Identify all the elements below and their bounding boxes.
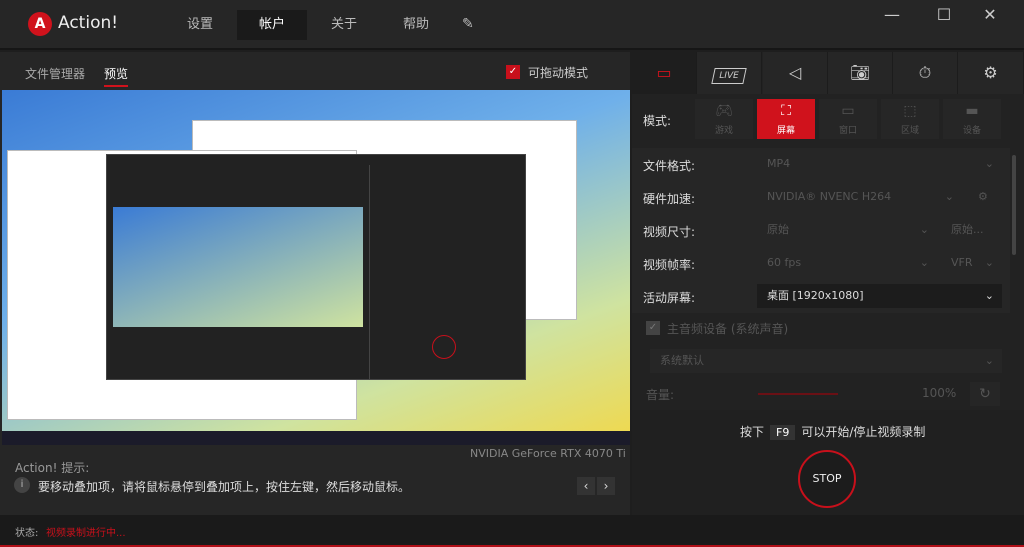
active-screen-label: 活动屏幕: [643, 291, 696, 305]
nav-account[interactable]: 帐户 [237, 10, 307, 40]
mode-label: 模式: [643, 114, 672, 128]
video-size-select[interactable]: 原始 ⌄ [757, 218, 937, 242]
camera-icon: 📷︎ [849, 63, 871, 82]
status-label: 状态: [15, 528, 39, 539]
file-format-label: 文件格式: [643, 159, 696, 173]
f9-post: 可以开始/停止视频录制 [801, 425, 926, 439]
frame-rate-value: 60 fps [767, 256, 802, 269]
volume-label: 音量: [646, 388, 675, 402]
chevron-down-icon: ⌄ [984, 289, 994, 302]
live-icon: LIVE [711, 68, 747, 84]
app-logo: A [28, 12, 52, 36]
chevron-down-icon: ⌄ [944, 190, 954, 203]
status-value: 视频录制进行中... [46, 528, 126, 539]
gear-icon: ⚙ [983, 63, 998, 82]
preview-taskbar [2, 431, 630, 445]
mode-label-text: 屏幕 [776, 126, 795, 136]
gamepad-icon: 🎮︎ [715, 103, 733, 119]
file-format-select[interactable]: MP4 ⌄ [757, 152, 1002, 176]
video-size-ratio-select[interactable]: 原始... [941, 218, 1002, 242]
f9-hint: 按下 F9 可以开始/停止视频录制 [740, 423, 925, 440]
tab-audio[interactable]: ◁ [763, 52, 828, 94]
maximize-button[interactable]: ☐ [924, 5, 964, 25]
tab-preview[interactable]: 预览 [104, 65, 129, 87]
nav-settings[interactable]: 设置 [165, 10, 235, 40]
speaker-icon: ◁ [788, 63, 802, 82]
frame-rate-select[interactable]: 60 fps ⌄ [757, 251, 937, 275]
scrollbar[interactable] [1012, 155, 1016, 255]
fullscreen-icon: ⛶ [781, 103, 791, 119]
tab-video-record[interactable]: ▭ [632, 52, 697, 94]
mode-region[interactable]: ⬚ 区域 [881, 99, 939, 139]
gpu-label: NVIDIA GeForce RTX 4070 Ti [470, 447, 626, 460]
title-bar: A Action! 设置 帐户 关于 帮助 ✎ — ☐ ✕ [0, 0, 1024, 50]
mode-label-text: 游戏 [714, 126, 733, 136]
main-audio-checkbox[interactable]: ✓ [646, 321, 660, 335]
hw-accel-label: 硬件加速: [643, 192, 696, 206]
tab-screenshot[interactable]: 📷︎ [828, 52, 893, 94]
active-screen-select[interactable]: 桌面 [1920x1080] ⌄ [757, 284, 1002, 308]
nav-help[interactable]: 帮助 [381, 10, 451, 40]
volume-value: 100% [922, 386, 957, 400]
chevron-down-icon: ⌄ [919, 256, 929, 269]
volume-slider[interactable] [758, 393, 838, 395]
hw-accel-settings-button[interactable]: ⚙ [968, 185, 1002, 209]
nav-about[interactable]: 关于 [309, 10, 379, 40]
mode-label-text: 设备 [962, 126, 981, 136]
hint-text: 要移动叠加项，请将鼠标悬停到叠加项上，按住左键，然后移动鼠标。 [38, 480, 411, 494]
video-size-label: 视频尺寸: [643, 225, 696, 239]
tab-settings[interactable]: ⚙ [958, 52, 1024, 94]
region-icon: ⬚ [903, 103, 917, 119]
chevron-down-icon: ⌄ [984, 354, 994, 367]
chevron-down-icon: ⌄ [984, 256, 994, 269]
hint-next-button[interactable]: › [597, 477, 615, 495]
main-audio-label: 主音频设备 (系统声音) [667, 322, 789, 336]
frame-rate-mode-select[interactable]: VFR ⌄ [941, 251, 1002, 275]
mode-screen[interactable]: ⛶ 屏幕 [757, 99, 815, 139]
audio-device-select[interactable]: 系统默认 ⌄ [650, 349, 1002, 373]
mode-label-text: 窗口 [838, 126, 857, 136]
preview-area[interactable] [2, 90, 630, 445]
stopwatch-icon: ⏱︎ [918, 63, 932, 82]
f9-pre: 按下 [740, 425, 765, 439]
draggable-mode-label: 可拖动模式 [528, 66, 589, 80]
pen-icon[interactable]: ✎ [462, 16, 474, 32]
draggable-mode-checkbox[interactable]: ✓ [506, 65, 520, 79]
tab-timer[interactable]: ⏱︎ [893, 52, 958, 94]
mode-game[interactable]: 🎮︎ 游戏 [695, 99, 753, 139]
hw-accel-select[interactable]: NVIDIA® NVENC H264 ⌄ [757, 185, 962, 209]
hdmi-icon: ▬ [965, 103, 979, 119]
f9-key: F9 [770, 425, 796, 440]
gear-icon: ⚙ [978, 190, 988, 203]
audio-device-value: 系统默认 [660, 354, 704, 367]
status-bar: 状态: 视频录制进行中... [0, 515, 1024, 547]
window-icon: ▭ [841, 103, 855, 119]
reset-volume-button[interactable]: ↻ [970, 382, 1000, 406]
minimize-button[interactable]: — [872, 5, 912, 25]
chevron-down-icon: ⌄ [984, 157, 994, 170]
mode-window[interactable]: ▭ 窗口 [819, 99, 877, 139]
preview-action-window [106, 154, 526, 380]
tab-file-manager[interactable]: 文件管理器 [25, 65, 85, 82]
stop-button[interactable]: STOP [798, 450, 856, 508]
active-screen-value: 桌面 [1920x1080] [767, 289, 864, 302]
hw-accel-value: NVIDIA® NVENC H264 [767, 190, 892, 203]
mode-label-text: 区域 [900, 126, 919, 136]
video-size-value: 原始 [767, 223, 789, 236]
chevron-down-icon: ⌄ [919, 223, 929, 236]
file-format-value: MP4 [767, 157, 791, 170]
frame-rate-mode-value: VFR [951, 256, 973, 269]
mode-device[interactable]: ▬ 设备 [943, 99, 1001, 139]
video-size-ratio-value: 原始... [951, 223, 984, 236]
app-title: Action! [58, 13, 119, 33]
tab-live[interactable]: LIVE [697, 52, 762, 94]
frame-rate-label: 视频帧率: [643, 258, 696, 272]
info-icon: i [14, 477, 30, 493]
video-record-icon: ▭ [656, 63, 672, 82]
close-button[interactable]: ✕ [970, 5, 1010, 25]
hint-prev-button[interactable]: ‹ [577, 477, 595, 495]
hint-title: Action! 提示: [15, 461, 90, 475]
